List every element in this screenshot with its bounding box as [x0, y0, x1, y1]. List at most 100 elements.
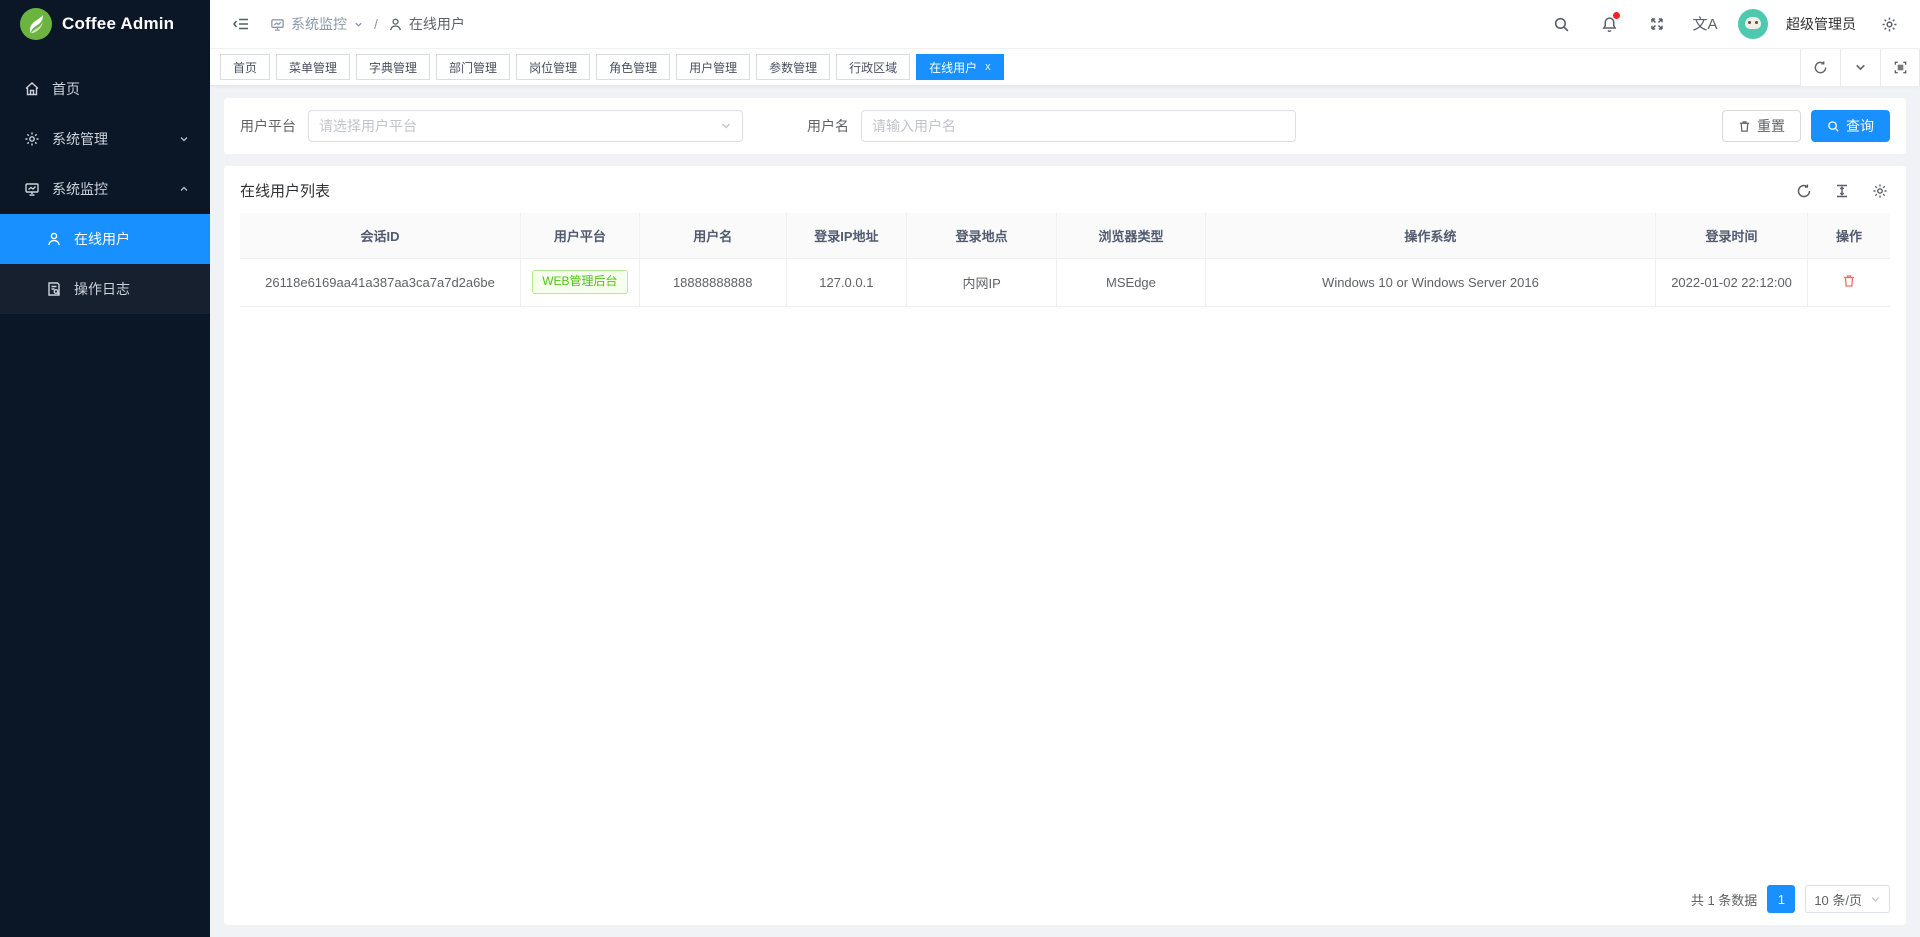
search-button[interactable]: 查询 [1811, 110, 1890, 142]
avatar[interactable] [1738, 9, 1768, 39]
col-login-ip: 登录IP地址 [786, 213, 906, 258]
notification-button[interactable] [1594, 9, 1624, 39]
app-logo[interactable]: Coffee Admin [0, 0, 210, 48]
reset-button[interactable]: 重置 [1722, 110, 1801, 142]
pagination-total: 共 1 条数据 [1691, 890, 1757, 909]
sidebar: Coffee Admin 首页 系统管理 系统监控 在线用户 操作日志 [0, 0, 210, 937]
tab-bar: 首页 菜单管理 字典管理 部门管理 岗位管理 角色管理 用户管理 参数管理 行政… [210, 48, 1920, 86]
fullscreen-button[interactable] [1642, 9, 1672, 39]
cell-login-location: 内网IP [907, 258, 1057, 306]
page-size-select[interactable]: 10 条/页 [1805, 885, 1890, 913]
cell-login-time: 2022-01-02 22:12:00 [1656, 258, 1808, 306]
sidebar-item-system-management[interactable]: 系统管理 [0, 114, 210, 164]
breadcrumb-parent-label: 系统监控 [291, 14, 347, 34]
tab-user-management[interactable]: 用户管理 [676, 54, 750, 80]
tab-label: 用户管理 [689, 59, 737, 76]
table-header-row: 会话ID 用户平台 用户名 登录IP地址 登录地点 浏览器类型 操作系统 登录时… [240, 213, 1890, 258]
chevron-down-icon [1870, 894, 1881, 905]
tab-param-management[interactable]: 参数管理 [756, 54, 830, 80]
table-empty-space [240, 307, 1890, 876]
cell-username: 18888888888 [639, 258, 786, 306]
tab-post-management[interactable]: 岗位管理 [516, 54, 590, 80]
tab-dict-management[interactable]: 字典管理 [356, 54, 430, 80]
navbar-left: 系统监控 / 在线用户 [226, 9, 465, 39]
settings-button[interactable] [1874, 9, 1904, 39]
tab-label: 字典管理 [369, 59, 417, 76]
column-settings-button[interactable] [1870, 181, 1890, 201]
navbar-right: 文A 超级管理员 [1546, 9, 1904, 39]
chevron-down-icon [178, 133, 190, 145]
filter-username: 用户名 [807, 110, 1296, 142]
col-username: 用户名 [639, 213, 786, 258]
username-input[interactable] [861, 110, 1296, 142]
fullscreen-icon [1649, 16, 1665, 32]
platform-tag: WEB管理后台 [532, 270, 627, 294]
sidebar-item-label: 在线用户 [74, 229, 190, 249]
menu-fold-icon [232, 15, 250, 33]
col-session-id: 会话ID [240, 213, 521, 258]
breadcrumb-separator: / [374, 16, 378, 32]
close-icon[interactable]: x [985, 61, 991, 73]
tab-menu-management[interactable]: 菜单管理 [276, 54, 350, 80]
chevron-down-icon [353, 19, 364, 30]
breadcrumb: 系统监控 / 在线用户 [270, 14, 465, 34]
row-height-button[interactable] [1832, 181, 1852, 201]
sidebar-item-online-users[interactable]: 在线用户 [0, 214, 210, 264]
gear-icon [1872, 183, 1888, 199]
table-refresh-button[interactable] [1794, 181, 1814, 201]
col-browser: 浏览器类型 [1057, 213, 1206, 258]
breadcrumb-current-label: 在线用户 [409, 14, 465, 34]
page-number-button[interactable]: 1 [1767, 885, 1795, 913]
platform-select[interactable]: 请选择用户平台 [308, 110, 743, 142]
tab-options-button[interactable] [1840, 49, 1880, 86]
platform-label: 用户平台 [240, 116, 296, 136]
main-column: 系统监控 / 在线用户 文A [210, 0, 1920, 937]
tab-role-management[interactable]: 角色管理 [596, 54, 670, 80]
tab-home[interactable]: 首页 [220, 54, 270, 80]
sidebar-item-system-monitor[interactable]: 系统监控 [0, 164, 210, 214]
user-icon [388, 17, 403, 32]
home-icon [24, 81, 40, 97]
col-os: 操作系统 [1205, 213, 1655, 258]
pagination: 共 1 条数据 1 10 条/页 [240, 875, 1890, 913]
collapse-sidebar-button[interactable] [226, 9, 256, 39]
filter-panel: 用户平台 请选择用户平台 用户名 重置 查询 [224, 98, 1906, 154]
panel-header: 在线用户列表 [240, 180, 1890, 201]
table-row: 26118e6169aa41a387aa3ca7a7d2a6be WEB管理后台… [240, 258, 1890, 306]
delete-session-button[interactable] [1842, 274, 1856, 288]
maximize-content-button[interactable] [1880, 49, 1920, 86]
gear-icon [24, 131, 40, 147]
gear-icon [1881, 16, 1898, 33]
app-title: Coffee Admin [62, 14, 174, 34]
sidebar-item-operation-logs[interactable]: 操作日志 [0, 264, 210, 314]
tab-label: 岗位管理 [529, 59, 577, 76]
refresh-icon [1796, 183, 1812, 199]
tab-label: 角色管理 [609, 59, 657, 76]
tab-label: 首页 [233, 59, 257, 76]
tab-label: 菜单管理 [289, 59, 337, 76]
tab-admin-region[interactable]: 行政区域 [836, 54, 910, 80]
username-label: 用户名 [807, 116, 849, 136]
header-search-button[interactable] [1546, 9, 1576, 39]
platform-select-placeholder: 请选择用户平台 [319, 116, 720, 136]
sidebar-item-home[interactable]: 首页 [0, 64, 210, 114]
maximize-icon [1893, 60, 1908, 75]
sidebar-menu: 首页 系统管理 系统监控 在线用户 操作日志 [0, 64, 210, 314]
user-icon [46, 231, 62, 247]
sidebar-item-label: 系统管理 [52, 129, 166, 149]
panel-title: 在线用户列表 [240, 180, 330, 201]
chevron-up-icon [178, 183, 190, 195]
notification-dot [1613, 12, 1620, 19]
monitor-icon [24, 181, 40, 197]
language-switch-button[interactable]: 文A [1690, 9, 1720, 39]
sidebar-item-label: 操作日志 [74, 279, 190, 299]
tab-online-users[interactable]: 在线用户 x [916, 54, 1004, 80]
refresh-tab-button[interactable] [1800, 49, 1840, 86]
sidebar-submenu-system-monitor: 在线用户 操作日志 [0, 214, 210, 314]
breadcrumb-parent[interactable]: 系统监控 [270, 14, 364, 34]
tab-dept-management[interactable]: 部门管理 [436, 54, 510, 80]
cell-actions [1807, 258, 1890, 306]
tab-list: 首页 菜单管理 字典管理 部门管理 岗位管理 角色管理 用户管理 参数管理 行政… [220, 54, 1800, 80]
user-name[interactable]: 超级管理员 [1786, 14, 1856, 34]
cell-login-ip: 127.0.0.1 [786, 258, 906, 306]
